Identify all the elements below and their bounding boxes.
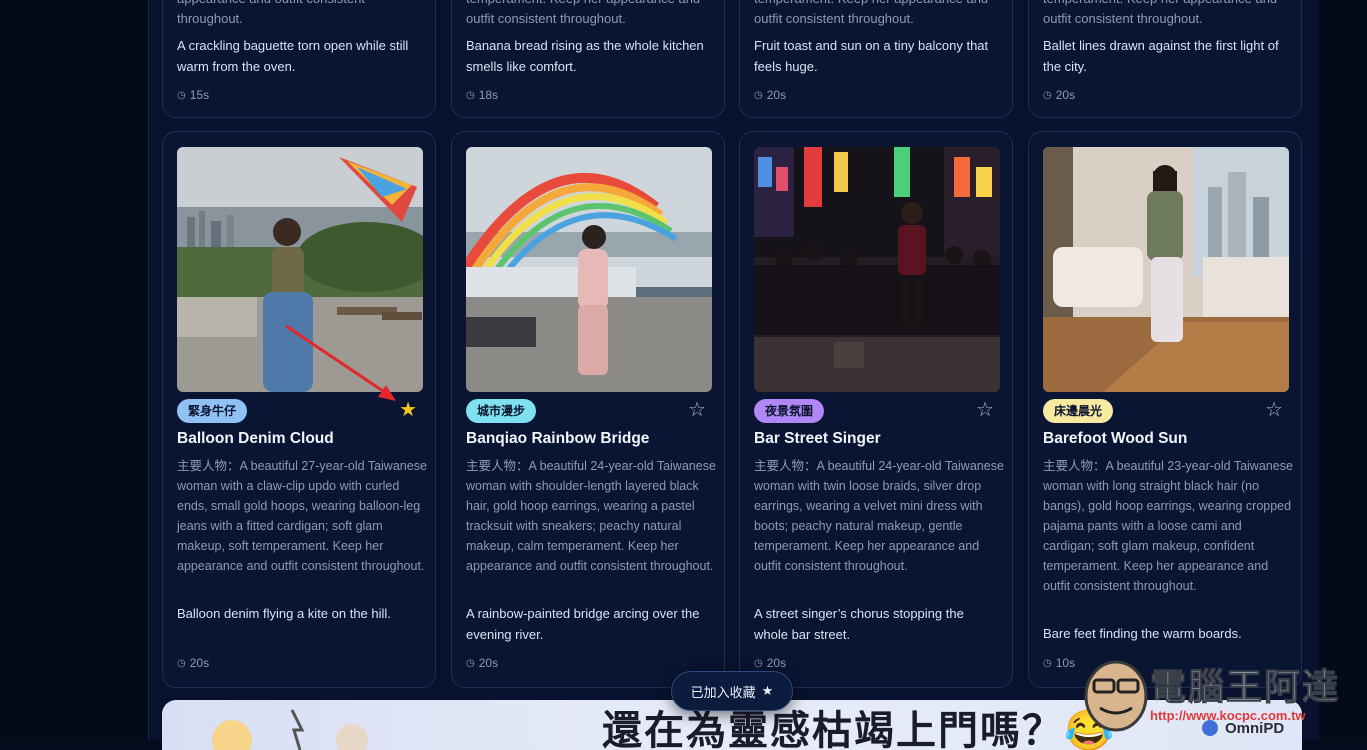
card-description: 主要人物：A beautiful 24-year-old Taiwanese w… xyxy=(754,459,1004,573)
watermark-partner: OmniPD xyxy=(1225,720,1285,737)
prompt-card[interactable]: temperament. Keep her appearance and out… xyxy=(739,0,1013,118)
page-right-gutter xyxy=(1319,0,1367,740)
favorite-star-icon[interactable]: ☆ xyxy=(688,398,706,422)
prompt-card[interactable]: 城市漫步 ☆ Banqiao Rainbow Bridge 主要人物：A bea… xyxy=(451,131,725,688)
card-scene: A street singer’s chorus stopping the wh… xyxy=(754,606,964,642)
card-description: 主要人物：A beautiful 23-year-old Taiwanese w… xyxy=(1043,459,1293,593)
duration: ◷ 10s xyxy=(1043,656,1076,670)
clock-icon: ◷ xyxy=(1043,657,1052,669)
kite-hill-image xyxy=(177,147,423,392)
card-scene: Fruit toast and sun on a tiny balcony th… xyxy=(754,38,989,74)
bedroom-image xyxy=(1043,147,1289,392)
clock-icon: ◷ xyxy=(177,89,186,101)
category-tag[interactable]: 床邊晨光 xyxy=(1043,399,1114,423)
prompt-card[interactable]: temperament. Keep her appearance and out… xyxy=(1028,0,1302,118)
rainbow-bridge-image xyxy=(466,147,712,392)
prompt-card[interactable]: 夜景氛圍 ☆ Bar Street Singer 主要人物：A beautifu… xyxy=(739,131,1013,688)
card-description: temperament. Keep her appearance and out… xyxy=(754,0,988,26)
category-tag[interactable]: 緊身牛仔 xyxy=(177,399,248,423)
watermark-brand: 電腦王阿達 xyxy=(1149,666,1341,708)
card-title: Banqiao Rainbow Bridge xyxy=(466,430,650,447)
card-scene: A crackling baguette torn open while sti… xyxy=(177,38,409,74)
prompt-card[interactable]: temperament. Keep her appearance and out… xyxy=(451,0,725,118)
card-scene: Banana bread rising as the whole kitchen… xyxy=(466,38,704,74)
card-title: Barefoot Wood Sun xyxy=(1043,430,1188,447)
category-tag[interactable]: 夜景氛圍 xyxy=(754,399,825,423)
card-description: appearance and outfit consistent through… xyxy=(177,0,365,26)
card-thumbnail[interactable] xyxy=(466,147,712,392)
card-thumbnail[interactable] xyxy=(1043,147,1289,392)
bar-street-image xyxy=(754,147,1000,392)
star-icon: ★ xyxy=(761,683,774,698)
card-title: Balloon Denim Cloud xyxy=(177,430,334,447)
favorite-star-icon[interactable]: ★ xyxy=(399,398,417,422)
card-thumbnail[interactable] xyxy=(754,147,1000,392)
card-thumbnail[interactable] xyxy=(177,147,423,392)
card-description: 主要人物：A beautiful 27-year-old Taiwanese w… xyxy=(177,459,427,573)
duration: ◷ 20s xyxy=(177,656,210,670)
category-tag[interactable]: 城市漫步 xyxy=(466,399,537,423)
card-scene: Ballet lines drawn against the first lig… xyxy=(1043,38,1279,74)
favorite-toast: 已加入收藏 ★ xyxy=(671,671,793,711)
duration: ◷ 18s xyxy=(466,88,499,102)
duration: ◷ 15s xyxy=(177,88,210,102)
prompt-card[interactable]: 床邊晨光 ☆ Barefoot Wood Sun 主要人物：A beautifu… xyxy=(1028,131,1302,688)
card-scene: A rainbow-painted bridge arcing over the… xyxy=(466,606,700,642)
banner-illustration xyxy=(212,709,368,750)
duration: ◷ 20s xyxy=(1043,88,1076,102)
clock-icon: ◷ xyxy=(466,657,475,669)
clock-icon: ◷ xyxy=(754,657,763,669)
duration: ◷ 20s xyxy=(754,656,787,670)
prompt-card[interactable]: appearance and outfit consistent through… xyxy=(162,0,436,118)
prompt-card[interactable]: 緊身牛仔 ★ Balloon Denim Cloud 主要人物：A beauti… xyxy=(162,131,436,688)
clock-icon: ◷ xyxy=(754,89,763,101)
card-description: 主要人物：A beautiful 24-year-old Taiwanese w… xyxy=(466,459,716,573)
card-description: temperament. Keep her appearance and out… xyxy=(1043,0,1277,26)
card-scene: Balloon denim flying a kite on the hill. xyxy=(177,606,391,621)
duration: ◷ 20s xyxy=(754,88,787,102)
card-title: Bar Street Singer xyxy=(754,430,881,447)
card-description: temperament. Keep her appearance and out… xyxy=(466,0,700,26)
card-scene: Bare feet finding the warm boards. xyxy=(1043,626,1242,641)
favorite-star-icon[interactable]: ☆ xyxy=(976,398,994,422)
page-left-gutter xyxy=(0,0,148,740)
clock-icon: ◷ xyxy=(1043,89,1052,101)
clock-icon: ◷ xyxy=(466,89,475,101)
clock-icon: ◷ xyxy=(177,657,186,669)
duration: ◷ 20s xyxy=(466,656,499,670)
favorite-star-icon[interactable]: ☆ xyxy=(1265,398,1283,422)
